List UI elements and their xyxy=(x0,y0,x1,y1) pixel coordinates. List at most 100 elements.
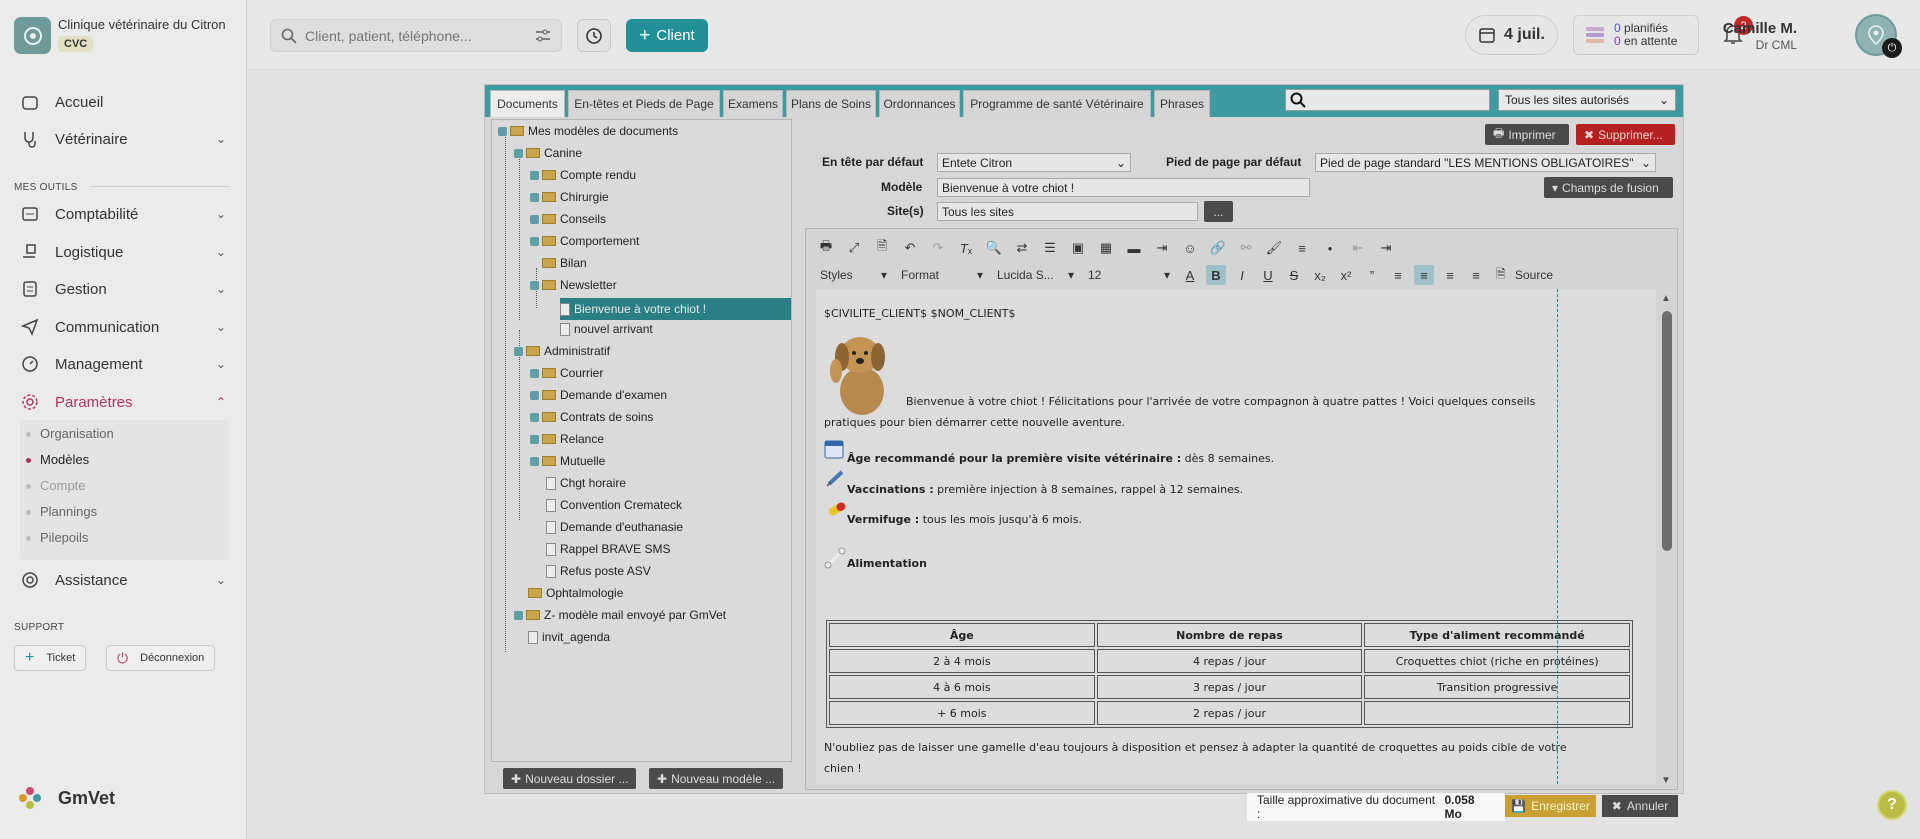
user-name[interactable]: Camille M. xyxy=(1723,20,1797,37)
scroll-down-icon[interactable]: ▼ xyxy=(1661,775,1671,786)
sub-compte[interactable]: Compte xyxy=(40,478,86,493)
tree-item-invit-agenda[interactable]: invit_agenda xyxy=(528,630,610,644)
editor-scrollbar[interactable]: ▲ ▼ xyxy=(1658,289,1676,789)
tree-folder-bilan[interactable]: Bilan xyxy=(542,256,587,270)
styles-select[interactable]: Styles ▾ xyxy=(816,265,891,285)
nav-veterinaire[interactable]: Vétérinaire ⌄ xyxy=(20,125,226,153)
indent-icon[interactable]: ⇥ xyxy=(1376,238,1396,258)
font-select[interactable]: Lucida S... ▾ xyxy=(993,265,1078,285)
clinic-name[interactable]: Clinique vétérinaire du Citron xyxy=(58,17,226,32)
expand-icon[interactable] xyxy=(530,236,539,246)
tree-item-rappel[interactable]: Rappel BRAVE SMS xyxy=(546,542,671,556)
sub-modeles[interactable]: Modèles xyxy=(40,452,89,467)
document-content[interactable]: $CIVILITE_CLIENT$ $NOM_CLIENT$ Bienvenue… xyxy=(816,289,1656,784)
clear-format-icon[interactable]: Tₓ xyxy=(956,238,976,258)
tab-ordonnances[interactable]: Ordonnances xyxy=(879,90,960,117)
filter-sliders-icon[interactable] xyxy=(535,28,551,44)
outdent-icon[interactable]: ⇤ xyxy=(1348,238,1368,258)
emoji-icon[interactable]: ☺ xyxy=(1180,238,1200,258)
align-right-icon[interactable]: ≡ xyxy=(1440,265,1460,285)
tree-folder-courrier[interactable]: Courrier xyxy=(530,366,603,380)
tree-folder-contrats[interactable]: Contrats de soins xyxy=(530,410,653,424)
nav-logistique[interactable]: Logistique ⌄ xyxy=(20,238,226,266)
sub-pilepoils[interactable]: Pilepoils xyxy=(40,530,88,545)
planning-status[interactable]: 0 planifiés 0 en attente xyxy=(1573,15,1699,55)
site-filter-select[interactable]: Tous les sites autorisés ⌄ xyxy=(1498,89,1676,111)
tab-plans-soins[interactable]: Plans de Soins xyxy=(786,90,876,117)
clinic-logo-icon[interactable] xyxy=(14,17,51,54)
numbered-list-icon[interactable]: ≡ xyxy=(1292,238,1312,258)
tree-folder-z-modele[interactable]: Z- modèle mail envoyé par GmVet xyxy=(514,608,726,622)
find-icon[interactable]: 🔍 xyxy=(984,238,1004,258)
justify-icon[interactable]: ≡ xyxy=(1466,265,1486,285)
expand-icon[interactable] xyxy=(530,456,539,466)
subscript-icon[interactable]: x₂ xyxy=(1310,265,1330,285)
tab-examens[interactable]: Examens xyxy=(723,90,783,117)
expand-icon[interactable] xyxy=(530,214,539,224)
power-icon[interactable]: ⏻ xyxy=(1882,38,1902,58)
history-button[interactable] xyxy=(577,19,611,52)
expand-icon[interactable] xyxy=(530,412,539,422)
collapse-icon[interactable] xyxy=(514,346,523,356)
align-center-icon[interactable]: ≡ xyxy=(1414,265,1434,285)
sites-picker-button[interactable]: ... xyxy=(1204,201,1233,222)
source-button[interactable]: 🗎 Source xyxy=(1492,265,1557,285)
tree-folder-mutuelle[interactable]: Mutuelle xyxy=(530,454,605,468)
nav-gestion[interactable]: Gestion ⌄ xyxy=(20,275,226,303)
date-button[interactable]: 4 juil. xyxy=(1465,15,1558,55)
tree-folder-demande-examen[interactable]: Demande d'examen xyxy=(530,388,667,402)
tree-folder-chirurgie[interactable]: Chirurgie xyxy=(530,190,609,204)
unlink-icon[interactable]: ⚯ xyxy=(1236,238,1256,258)
format-select[interactable]: Format ▾ xyxy=(897,265,987,285)
collapse-icon[interactable] xyxy=(498,126,507,136)
tab-entetes[interactable]: En-têtes et Pieds de Page xyxy=(568,90,720,117)
footer-default-select[interactable]: Pied de page standard "LES MENTIONS OBLI… xyxy=(1315,153,1656,172)
strikethrough-icon[interactable]: S xyxy=(1284,265,1304,285)
tree-folder-canine[interactable]: Canine xyxy=(514,146,582,160)
scroll-up-icon[interactable]: ▲ xyxy=(1661,293,1671,304)
collapse-icon[interactable] xyxy=(514,148,523,158)
cancel-button[interactable]: ✖ Annuler xyxy=(1602,795,1678,817)
print-icon[interactable]: 🖶 xyxy=(816,238,836,258)
tree-folder-administratif[interactable]: Administratif xyxy=(514,344,610,358)
maximize-icon[interactable]: ⤢ xyxy=(844,238,864,258)
bullet-list-icon[interactable]: • xyxy=(1320,238,1340,258)
nav-accueil[interactable]: Accueil xyxy=(20,88,226,116)
horizontal-line-icon[interactable]: ▬ xyxy=(1124,238,1144,258)
superscript-icon[interactable]: x² xyxy=(1336,265,1356,285)
tab-phrases[interactable]: Phrases xyxy=(1154,90,1210,117)
collapse-icon[interactable] xyxy=(530,280,539,290)
search-input[interactable] xyxy=(305,27,535,44)
search-bar[interactable] xyxy=(270,19,562,52)
nav-assistance[interactable]: Assistance ⌄ xyxy=(20,566,226,594)
tree-item-refus[interactable]: Refus poste ASV xyxy=(546,564,651,578)
paint-brush-icon[interactable]: 🖌 xyxy=(1264,238,1284,258)
expand-icon[interactable] xyxy=(514,610,523,620)
document-search-input[interactable] xyxy=(1285,89,1490,111)
new-folder-button[interactable]: ✚ Nouveau dossier ... xyxy=(503,768,637,789)
nav-parametres[interactable]: Paramètres ⌃ xyxy=(20,388,226,416)
expand-icon[interactable] xyxy=(530,170,539,180)
font-size-select[interactable]: 12 ▾ xyxy=(1084,265,1174,285)
replace-icon[interactable]: ⇄ xyxy=(1012,238,1032,258)
logout-button[interactable]: ⏻ Déconnexion xyxy=(106,645,216,671)
delete-button[interactable]: ✖ Supprimer... xyxy=(1576,124,1675,145)
nav-management[interactable]: Management ⌄ xyxy=(20,350,226,378)
tree-folder-ophtalmologie[interactable]: Ophtalmologie xyxy=(528,586,623,600)
tree-folder-newsletter[interactable]: Newsletter xyxy=(530,278,617,292)
tree-folder-conseils[interactable]: Conseils xyxy=(530,212,606,226)
underline-icon[interactable]: U xyxy=(1258,265,1278,285)
preview-icon[interactable]: 🗎 xyxy=(872,238,892,258)
tree-item-euthanasie[interactable]: Demande d'euthanasie xyxy=(546,520,683,534)
sub-organisation[interactable]: Organisation xyxy=(40,426,114,441)
tab-documents[interactable]: Documents xyxy=(490,90,565,117)
spellcheck-icon[interactable]: ☰ xyxy=(1040,238,1060,258)
tree-item-chgt-horaire[interactable]: Chgt horaire xyxy=(546,476,626,490)
nav-communication[interactable]: Communication ⌄ xyxy=(20,313,226,341)
merge-fields-button[interactable]: ▾ Champs de fusion xyxy=(1544,177,1673,198)
tree-item-nouvel-arrivant[interactable]: nouvel arrivant xyxy=(560,322,653,336)
link-icon[interactable]: 🔗 xyxy=(1208,238,1228,258)
text-color-icon[interactable]: A xyxy=(1180,265,1200,285)
tree-folder-relance[interactable]: Relance xyxy=(530,432,604,446)
expand-icon[interactable] xyxy=(530,192,539,202)
